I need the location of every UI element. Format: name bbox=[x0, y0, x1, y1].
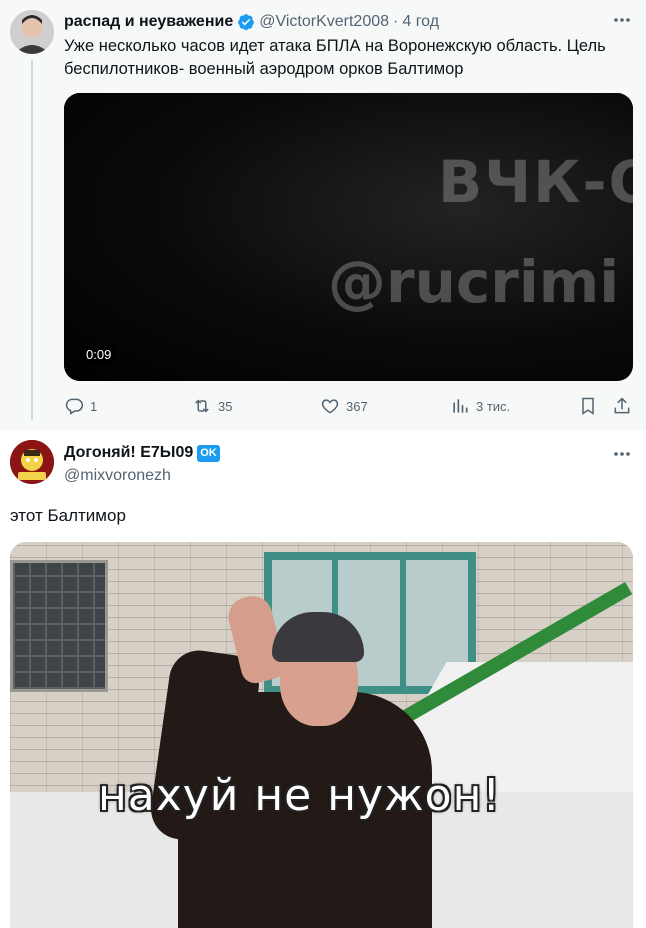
ok-badge: OK bbox=[197, 444, 220, 462]
bookmark-icon bbox=[582, 397, 594, 415]
retweet-button[interactable]: 35 bbox=[192, 396, 232, 416]
verified-icon bbox=[237, 13, 255, 31]
share-icon bbox=[614, 397, 630, 414]
tweet-text: Уже несколько часов идет атака БПЛА на В… bbox=[64, 37, 606, 78]
reply-icon bbox=[65, 398, 84, 415]
retweet-count: 35 bbox=[218, 398, 233, 414]
reply-button[interactable]: 1 bbox=[64, 396, 97, 416]
tweet-text: этот Балтимор bbox=[10, 506, 126, 525]
views-icon bbox=[453, 399, 468, 413]
video-watermark-bottom: @rucrimi bbox=[328, 248, 620, 316]
like-icon bbox=[321, 399, 339, 414]
bookmark-button[interactable] bbox=[578, 396, 604, 416]
tweet2-header: Догоняй! E7Ы09 OK bbox=[64, 444, 220, 462]
image-caption: нахуй не нужон! bbox=[98, 770, 501, 821]
video-duration: 0:09 bbox=[82, 345, 116, 364]
avatar-image bbox=[10, 10, 54, 54]
retweet-icon bbox=[195, 399, 209, 413]
tweet-image[interactable]: нахуй не нужон! bbox=[10, 542, 633, 928]
video-watermark-top: ВЧК-О bbox=[438, 148, 633, 216]
view-count: 3 тис. bbox=[476, 398, 511, 414]
timestamp[interactable]: 4 год bbox=[402, 13, 439, 31]
more-icon[interactable] bbox=[612, 444, 632, 464]
views-button[interactable]: 3 тис. bbox=[450, 396, 510, 416]
action-bar: 1 35 367 3 тис. bbox=[64, 396, 634, 418]
separator-dot: · bbox=[393, 13, 399, 30]
display-name[interactable]: Догоняй! E7Ы09 bbox=[64, 444, 193, 462]
avatar-image bbox=[10, 440, 54, 484]
tweet-header: распад и неуважение @VictorKvert2008 · 4… bbox=[64, 12, 636, 32]
more-icon[interactable] bbox=[612, 10, 632, 30]
video-player[interactable]: ВЧК-О @rucrimi bbox=[64, 93, 633, 381]
video-frame bbox=[64, 93, 633, 381]
display-name[interactable]: распад и неуважение bbox=[64, 13, 233, 31]
reply-count: 1 bbox=[90, 398, 98, 414]
quoted-tweet[interactable]: распад и неуважение @VictorKvert2008 · 4… bbox=[0, 0, 646, 430]
like-button[interactable]: 367 bbox=[320, 396, 368, 416]
thread-line bbox=[31, 60, 33, 420]
handle[interactable]: @mixvoronezh bbox=[64, 467, 171, 485]
avatar[interactable] bbox=[10, 10, 54, 54]
share-button[interactable] bbox=[612, 396, 638, 416]
like-count: 367 bbox=[346, 398, 368, 414]
barred-window bbox=[10, 560, 108, 692]
handle[interactable]: @VictorKvert2008 bbox=[259, 13, 389, 31]
avatar[interactable] bbox=[10, 440, 54, 484]
